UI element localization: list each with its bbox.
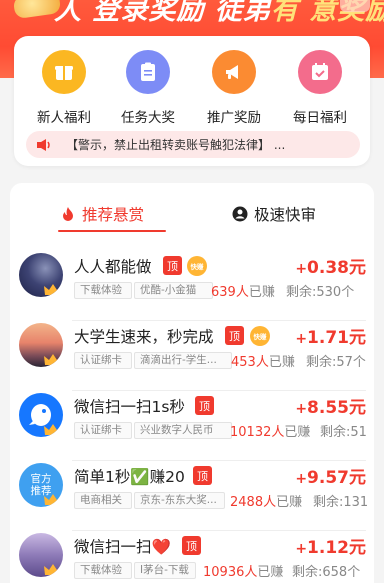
lavender-avatar: [19, 533, 63, 577]
top-badge: 顶: [193, 466, 212, 485]
task-tag: 电商相关: [74, 492, 132, 509]
task-reward: +1.71元: [295, 328, 366, 348]
task-title: 微信扫一扫1s秒: [74, 398, 185, 416]
task-tag: 滴滴出行-学生...: [134, 352, 232, 369]
menu-item-newbie-welfare[interactable]: 新人福利: [24, 50, 104, 126]
flame-icon: [63, 207, 73, 221]
vip-crown-icon: [44, 494, 62, 505]
task-remaining: 剩余:530个: [286, 285, 355, 300]
task-row[interactable]: 大学生速来，秒完成 顶 快赚 认证绑卡 滴滴出行-学生... 453人已赚 剩余…: [10, 321, 374, 391]
top-badge: 顶: [182, 536, 201, 555]
task-tag: 兴业数字人民币: [134, 422, 232, 439]
active-tab-indicator: [58, 230, 166, 232]
calendar-check-icon: [298, 50, 342, 94]
task-row[interactable]: 人人都能做 顶 快赚 下载体验 优酷-小金猫 639人已赚 剩余:530个 +0…: [10, 251, 374, 321]
vip-crown-icon: [44, 354, 62, 365]
top-badge: 顶: [195, 396, 214, 415]
blue-bird-avatar: [19, 393, 63, 437]
task-remaining: 剩余:57个: [306, 355, 366, 370]
top-badge: 顶: [225, 326, 244, 345]
task-title: 人人都能做: [74, 258, 152, 276]
tab-recommended[interactable]: 推荐悬赏: [60, 203, 144, 225]
vip-crown-icon: [44, 564, 62, 575]
task-tag: 下载体验: [74, 282, 132, 299]
user-circle-icon: [232, 206, 248, 222]
banner-text: 人 登录奖励 徒弟有 意奖励: [54, 0, 384, 26]
task-title: 微信扫一扫❤️: [74, 538, 171, 556]
tab-bar: 推荐悬赏 极速快审: [10, 183, 374, 235]
task-reward: +0.38元: [295, 258, 366, 278]
task-title: 简单1秒✅赚20: [74, 468, 185, 486]
task-tag: 优酷-小金猫: [134, 282, 213, 299]
vip-crown-icon: [44, 284, 62, 295]
task-tag: I茅台-下载: [134, 562, 196, 579]
task-remaining: 剩余:658个: [292, 565, 361, 580]
notice-text: 【警示，禁止出租转卖账号触犯法律】 ...: [66, 138, 286, 152]
tab-fast-review[interactable]: 极速快审: [232, 203, 316, 225]
task-list-card: 推荐悬赏 极速快审 人人都能做 顶 快赚 下载体验 优酷-小金猫 639人已赚 …: [10, 183, 374, 583]
task-reward: +8.55元: [295, 398, 366, 418]
top-badge: 顶: [163, 256, 182, 275]
speaker-icon: [37, 138, 50, 151]
task-reward: +1.12元: [295, 538, 366, 558]
notice-bar[interactable]: 【警示，禁止出租转卖账号触犯法律】 ...: [26, 131, 360, 158]
menu-item-task-rewards[interactable]: 任务大奖: [108, 50, 188, 126]
menu-label: 每日福利: [293, 110, 347, 126]
task-row[interactable]: 微信扫一扫1s秒 顶 认证绑卡 兴业数字人民币 10132人已赚 剩余:51 +…: [10, 391, 374, 461]
gift-box-icon: [42, 50, 86, 94]
task-tag: 认证绑卡: [74, 352, 132, 369]
menu-label: 新人福利: [37, 110, 91, 126]
menu-label: 任务大奖: [121, 110, 175, 126]
task-tag: 京东-东东大奖...: [134, 492, 225, 509]
menu-label: 推广奖励: [207, 110, 261, 126]
fast-earn-badge: 快赚: [250, 326, 270, 346]
task-row[interactable]: 微信扫一扫❤️ 顶 下载体验 I茅台-下载 10936人已赚 剩余:658个 +…: [10, 531, 374, 583]
quick-menu-card: 新人福利 任务大奖 推广奖励 每日福利 【警示，禁止出租转卖账号触犯法律】 ..…: [14, 36, 370, 166]
sunset-avatar: [19, 323, 63, 367]
official-recommend-avatar: 官方 推荐: [19, 463, 63, 507]
task-done-count: 10936人已赚: [203, 565, 284, 580]
task-remaining: 剩余:131: [313, 495, 369, 510]
fast-earn-badge: 快赚: [187, 256, 207, 276]
task-title: 大学生速来，秒完成: [74, 328, 214, 346]
night-sky-avatar: [19, 253, 63, 297]
task-done-count: 2488人已赚: [230, 495, 303, 510]
megaphone-icon: [212, 50, 256, 94]
banner-decoration: [340, 0, 370, 12]
task-done-count: 453人已赚: [231, 355, 295, 370]
menu-item-promo-rewards[interactable]: 推广奖励: [194, 50, 274, 126]
menu-item-daily-welfare[interactable]: 每日福利: [280, 50, 360, 126]
task-done-count: 639人已赚: [211, 285, 275, 300]
task-row[interactable]: 官方 推荐 简单1秒✅赚20 顶 电商相关 京东-东东大奖... 2488人已赚…: [10, 461, 374, 531]
task-reward: +9.57元: [295, 468, 366, 488]
clipboard-icon: [126, 50, 170, 94]
task-tag: 认证绑卡: [74, 422, 132, 439]
task-tag: 下载体验: [74, 562, 132, 579]
task-done-count: 10132人已赚: [230, 425, 311, 440]
vip-crown-icon: [44, 424, 62, 435]
task-remaining: 剩余:51: [320, 425, 367, 440]
